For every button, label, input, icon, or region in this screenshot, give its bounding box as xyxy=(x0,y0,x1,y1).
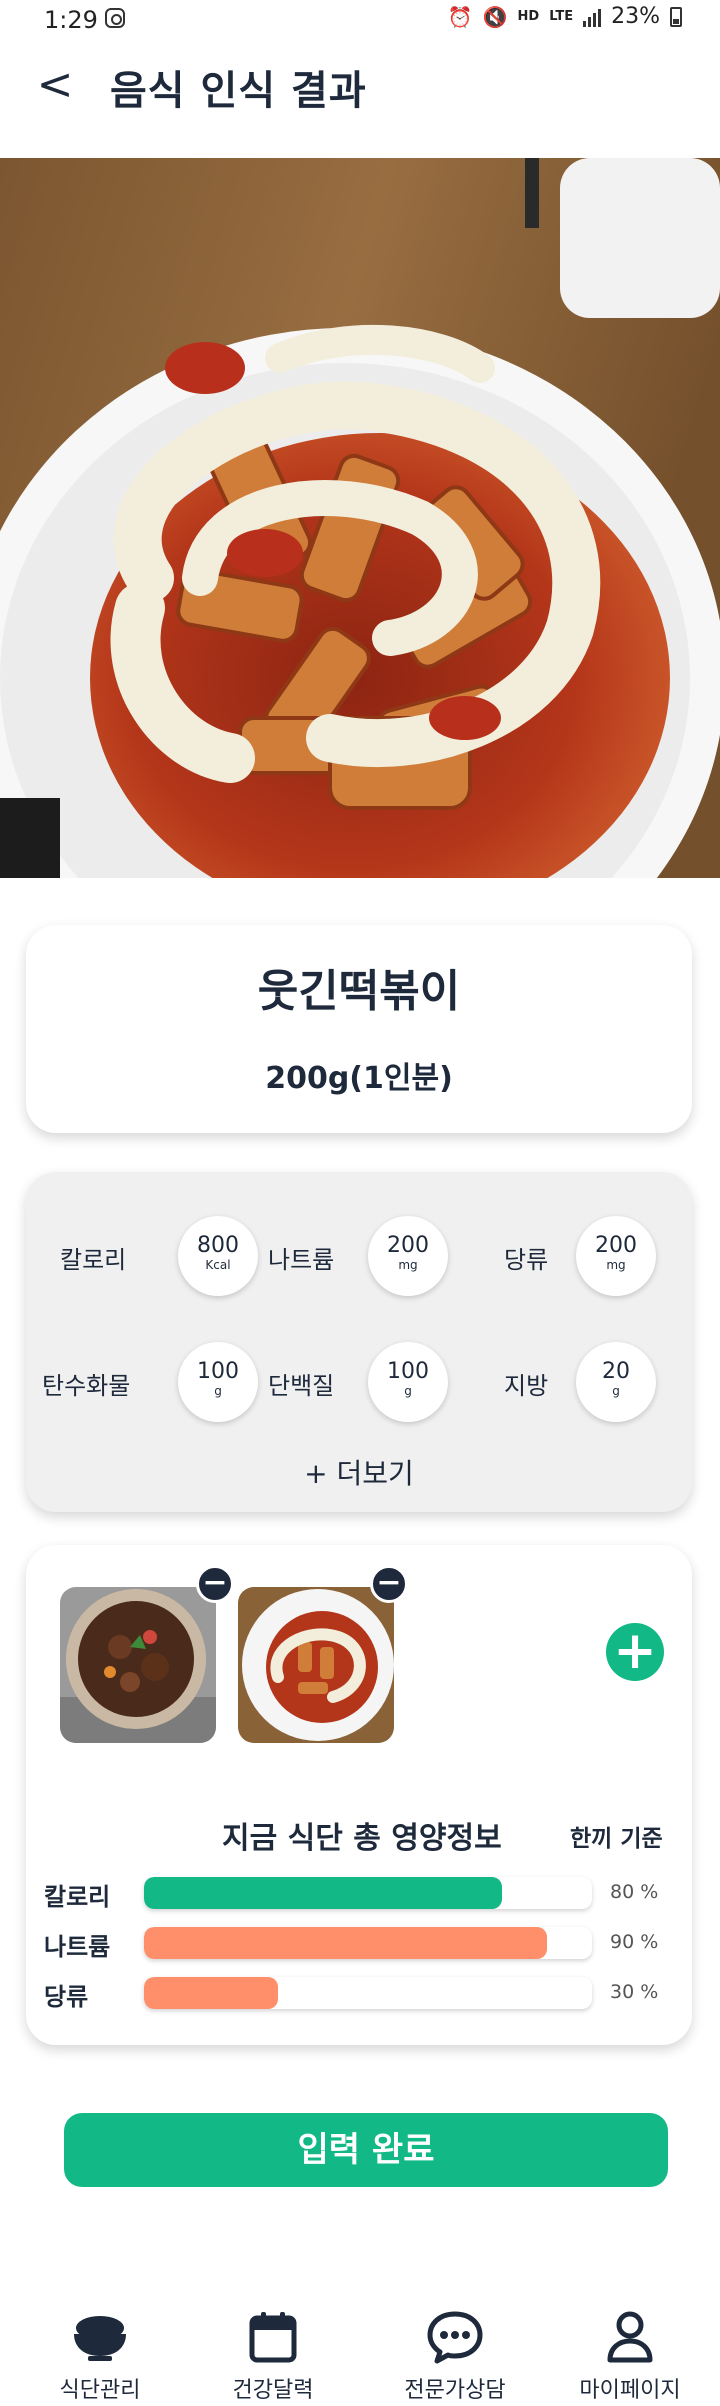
bottom-navigation: 식단관리 건강달력 전문가상담 마이페이지 xyxy=(0,2300,720,2406)
food-recognition-result-screen: 1:29 ⏰ 🔇 HD LTE 23% < 음식 인식 결과 웃긴떡볶이 200… xyxy=(0,0,720,2406)
nav-item-diet[interactable]: 식단관리 xyxy=(15,2310,185,2404)
meal-thumbnail[interactable] xyxy=(238,1587,394,1743)
nutrient-bar-sodium: 나트륨 90 % xyxy=(44,1923,674,1963)
page-title: 음식 인식 결과 xyxy=(110,68,367,114)
meal-thumbnail[interactable] xyxy=(60,1587,216,1743)
nutrient-card: 칼로리 800 Kcal 나트륨 200 mg 당류 200 mg 탄수화물 1… xyxy=(26,1172,692,1512)
meal-summary-basis: 한끼 기준 xyxy=(570,1826,663,1852)
nutrient-item-carbs: 탄수화물 100 g xyxy=(42,1342,258,1422)
nav-item-consult[interactable]: 전문가상담 xyxy=(370,2310,540,2404)
nutrient-unit: g xyxy=(404,1384,412,1398)
nutrient-value-circle: 100 g xyxy=(178,1342,258,1422)
nutrient-label: 나트륨 xyxy=(268,1246,335,1274)
instagram-icon xyxy=(105,8,125,28)
meal-summary-card: − − + 지금 식단 총 영양정보 한끼 기준 칼로리 80 % 나트륨 90… xyxy=(26,1545,692,2045)
nutrient-unit: g xyxy=(214,1384,222,1398)
nutrient-item-sugar: 당류 200 mg xyxy=(484,1216,684,1296)
rice-bowl-icon xyxy=(74,2316,126,2361)
bar-track xyxy=(144,1977,592,2009)
bar-fill xyxy=(144,1927,548,1959)
status-icons: ⏰ 🔇 HD LTE 23% xyxy=(448,4,682,29)
bar-track xyxy=(144,1877,592,1909)
status-time: 1:29 xyxy=(44,6,98,34)
chevron-left-icon[interactable]: < xyxy=(30,60,80,110)
nutrient-item-fat: 지방 20 g xyxy=(484,1342,684,1422)
nutrient-unit: mg xyxy=(398,1258,418,1272)
food-amount: 200g(1인분) xyxy=(265,1061,453,1096)
nutrient-bar-sugar: 당류 30 % xyxy=(44,1973,674,2013)
nutrient-item-protein: 단백질 100 g xyxy=(268,1342,468,1422)
food-photo xyxy=(0,158,720,878)
nav-label: 마이페이지 xyxy=(579,2378,681,2403)
nutrient-label: 당류 xyxy=(504,1246,549,1274)
nutrient-value: 20 xyxy=(602,1359,630,1384)
calendar-icon xyxy=(249,2312,297,2363)
nav-label: 전문가상담 xyxy=(404,2378,506,2403)
bar-fill xyxy=(144,1877,503,1909)
more-nutrients-link[interactable]: + 더보기 xyxy=(26,1452,692,1492)
nutrient-label: 지방 xyxy=(504,1372,549,1400)
nutrient-unit: mg xyxy=(606,1258,626,1272)
nav-label: 식단관리 xyxy=(59,2378,141,2403)
person-icon xyxy=(607,2311,653,2363)
nutrient-label: 단백질 xyxy=(268,1372,335,1400)
nutrient-value: 100 xyxy=(197,1359,239,1384)
bar-percent: 80 % xyxy=(610,1881,659,1903)
hd-indicator: HD xyxy=(517,8,540,24)
food-photo-image xyxy=(0,158,720,878)
remove-meal-button[interactable]: − xyxy=(196,1565,234,1603)
bar-percent: 30 % xyxy=(610,1981,659,2003)
battery-icon xyxy=(670,6,682,27)
meal-summary-title: 지금 식단 총 영양정보 xyxy=(222,1821,502,1856)
network-type: LTE xyxy=(549,8,574,24)
nav-label: 건강달력 xyxy=(232,2378,314,2403)
mute-icon: 🔇 xyxy=(482,4,508,29)
nutrient-value: 200 xyxy=(595,1233,637,1258)
nutrient-bar-calories: 칼로리 80 % xyxy=(44,1873,674,1913)
battery-percent: 23% xyxy=(611,4,660,29)
nutrient-value-circle: 200 mg xyxy=(576,1216,656,1296)
alarm-icon: ⏰ xyxy=(447,4,473,29)
nutrient-label: 칼로리 xyxy=(60,1246,127,1274)
submit-button[interactable]: 입력 완료 xyxy=(64,2113,668,2187)
app-header: < 음식 인식 결과 xyxy=(0,40,720,158)
nutrient-value: 800 xyxy=(197,1233,239,1258)
bar-label: 나트륨 xyxy=(44,1933,111,1961)
nutrient-unit: g xyxy=(612,1384,620,1398)
nutrient-value-circle: 800 Kcal xyxy=(178,1216,258,1296)
food-name: 웃긴떡볶이 xyxy=(257,966,461,1017)
nutrient-item-calories: 칼로리 800 Kcal xyxy=(48,1216,258,1296)
nutrient-value: 100 xyxy=(387,1359,429,1384)
nutrient-unit: Kcal xyxy=(205,1258,231,1272)
nutrient-value-circle: 20 g xyxy=(576,1342,656,1422)
stew-photo xyxy=(60,1587,216,1743)
bar-label: 칼로리 xyxy=(44,1883,111,1911)
tteokbokki-photo xyxy=(238,1587,394,1743)
bar-fill xyxy=(144,1977,279,2009)
bar-track xyxy=(144,1927,592,1959)
nutrient-label: 탄수화물 xyxy=(42,1372,131,1400)
status-bar: 1:29 ⏰ 🔇 HD LTE 23% xyxy=(0,0,720,40)
bar-label: 당류 xyxy=(44,1983,89,2011)
food-name-card: 웃긴떡볶이 200g(1인분) xyxy=(26,925,692,1133)
bar-percent: 90 % xyxy=(610,1931,659,1953)
add-meal-button[interactable]: + xyxy=(606,1623,664,1681)
nutrient-item-sodium: 나트륨 200 mg xyxy=(268,1216,468,1296)
remove-meal-button[interactable]: − xyxy=(370,1565,408,1603)
nav-item-mypage[interactable]: 마이페이지 xyxy=(545,2310,715,2404)
nutrient-value-circle: 200 mg xyxy=(368,1216,448,1296)
nutrient-value: 200 xyxy=(387,1233,429,1258)
nav-item-calendar[interactable]: 건강달력 xyxy=(188,2310,358,2404)
signal-icon xyxy=(583,7,602,27)
chat-bubble-icon xyxy=(427,2311,483,2364)
nutrient-value-circle: 100 g xyxy=(368,1342,448,1422)
